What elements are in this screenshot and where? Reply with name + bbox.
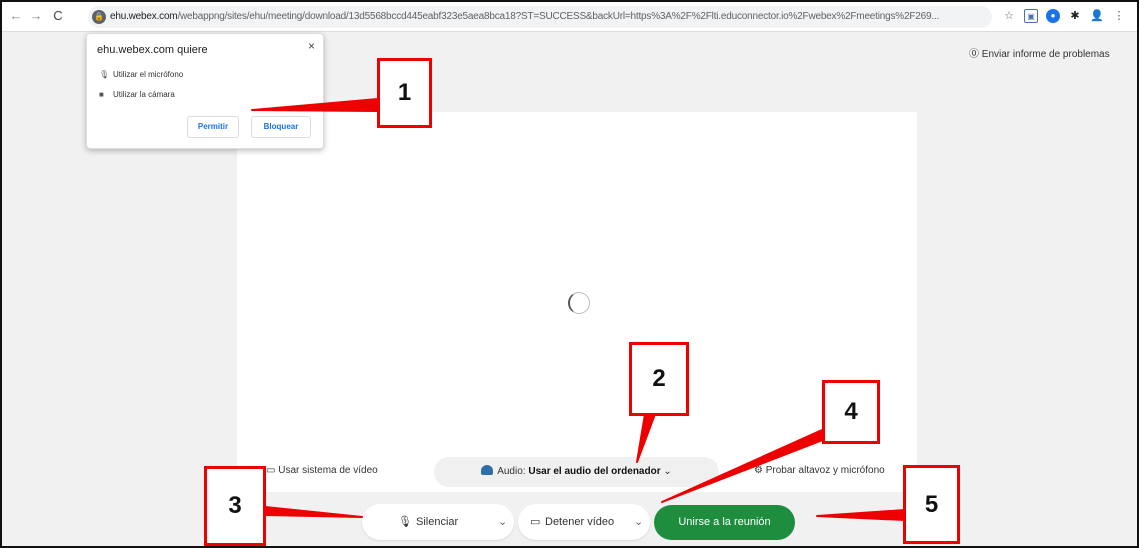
callout-3: 3 (204, 466, 266, 546)
callout-1-pointer (251, 98, 379, 112)
callout-4-pointer (661, 429, 829, 503)
callout-5: 5 (903, 465, 960, 544)
callout-4: 4 (822, 380, 880, 444)
callout-1: 1 (377, 58, 432, 128)
screenshot-frame: ← → C 🔒 ehu.webex.com/webappng/sites/ehu… (0, 0, 1139, 548)
callout-2-pointer (636, 413, 656, 463)
callout-pointers (251, 98, 906, 521)
callout-3-pointer (264, 506, 363, 518)
callout-2: 2 (629, 342, 689, 416)
callout-5-pointer (816, 509, 906, 521)
